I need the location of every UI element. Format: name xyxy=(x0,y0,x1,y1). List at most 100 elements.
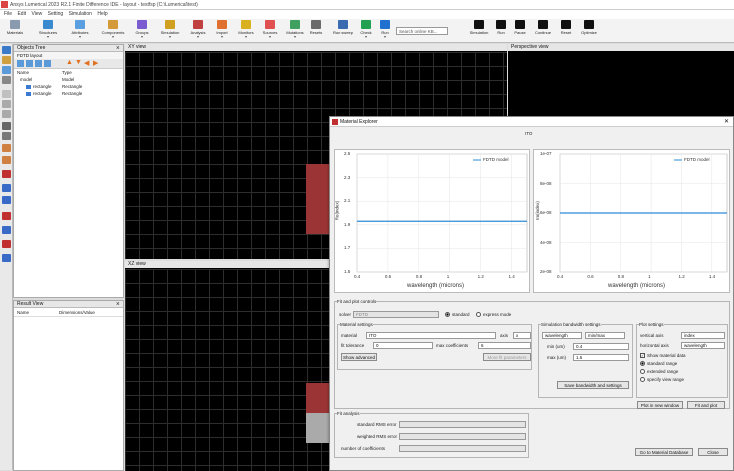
plot-real-index[interactable]: FDTD model Re(index) wavelength (microns… xyxy=(334,149,530,293)
standard-radio[interactable] xyxy=(445,312,450,317)
min-wavelength-input[interactable]: 0.4 xyxy=(573,343,629,350)
menu-file[interactable]: File xyxy=(4,11,12,17)
move-icon[interactable] xyxy=(2,56,11,64)
toolbar-structures[interactable]: Structures ▾ xyxy=(34,20,62,42)
toolbar-pause[interactable]: Pause xyxy=(512,20,528,42)
tree-icon-2[interactable] xyxy=(26,60,33,67)
search-input[interactable]: Search online KB... xyxy=(396,27,448,35)
view-y-icon[interactable] xyxy=(2,196,11,204)
menu-edit[interactable]: Edit xyxy=(17,11,26,17)
zoom-in-icon[interactable] xyxy=(2,122,11,130)
toolbar-check[interactable]: Check ▾ xyxy=(358,20,374,42)
fit-tolerance-input[interactable]: 0 xyxy=(373,342,433,349)
toolbar-simulation[interactable]: Simulation ▾ xyxy=(156,20,184,42)
toolbar-run[interactable]: Run ▾ xyxy=(378,20,392,42)
select-icon[interactable] xyxy=(2,46,11,54)
minmax-select[interactable]: min/max xyxy=(585,332,625,339)
axis-select[interactable]: x xyxy=(513,332,531,339)
toolbar-components[interactable]: Components ▾ xyxy=(98,20,128,42)
solver-select[interactable]: FDTD xyxy=(353,311,439,318)
show-advanced-button[interactable]: Show advanced xyxy=(341,353,377,361)
toolbar-simulation-run[interactable]: Simulation xyxy=(468,20,490,42)
menu-help[interactable]: Help xyxy=(97,11,107,17)
layout2-icon[interactable] xyxy=(2,156,11,164)
cursor-icon[interactable] xyxy=(2,90,11,98)
layout-icon[interactable] xyxy=(2,144,11,152)
extended-range-radio[interactable] xyxy=(640,369,645,374)
pan-icon[interactable] xyxy=(2,76,11,84)
plot2-xtick: 0.4 xyxy=(557,274,564,279)
arrow-left-icon[interactable]: ◀ xyxy=(84,59,89,67)
toolbar-attributes[interactable]: Attributes ▾ xyxy=(66,20,94,42)
close-icon[interactable]: ⨯ xyxy=(116,45,120,52)
tree-icon-4[interactable] xyxy=(44,60,51,67)
arrow-down-icon[interactable]: ▼ xyxy=(75,59,82,66)
close-button[interactable]: Close xyxy=(698,448,728,456)
toolbar-monitors[interactable]: Monitors ▾ xyxy=(234,20,258,42)
show-material-data-checkbox[interactable]: ✓ xyxy=(640,353,645,358)
toolbar-groups[interactable]: Groups ▾ xyxy=(130,20,154,42)
max-coefficients-input[interactable]: 6 xyxy=(478,342,531,349)
express-radio[interactable] xyxy=(476,312,481,317)
view-all-icon[interactable] xyxy=(2,240,11,248)
app-logo xyxy=(1,1,8,8)
save-bandwidth-button[interactable]: Save bandwidth and settings xyxy=(557,381,629,389)
wavelength-select[interactable]: wavelength xyxy=(542,332,582,339)
toolbar-optimize[interactable]: Optimize xyxy=(578,20,600,42)
max-wavelength-input[interactable]: 1.5 xyxy=(573,354,629,361)
toolbar-analysis[interactable]: Analysis ▾ xyxy=(186,20,210,42)
view-z-icon[interactable] xyxy=(2,212,11,220)
go-to-material-database-button[interactable]: Go to Material Database xyxy=(635,448,693,456)
tree-row-rectangle-2[interactable]: rectangle Rectangle xyxy=(14,91,123,98)
fit-and-plot-button[interactable]: Fit and plot xyxy=(687,401,725,409)
tree-row-rectangle-1[interactable]: rectangle Rectangle xyxy=(14,84,123,91)
plot1-xtick: 1 xyxy=(446,274,450,279)
menu-simulation[interactable]: Simulation xyxy=(69,11,92,17)
zoom-icon[interactable] xyxy=(2,110,11,118)
plot-new-window-button[interactable]: Plot in new window xyxy=(637,401,683,409)
toolbar-reset[interactable]: Reset xyxy=(558,20,574,42)
tree-row-model[interactable]: model Model xyxy=(14,77,123,84)
toolbar-resets[interactable]: Resets xyxy=(308,20,324,42)
sources-icon xyxy=(265,20,275,29)
grid-icon[interactable] xyxy=(2,66,11,74)
substrate-shape-xz[interactable] xyxy=(306,413,330,443)
sweep-icon xyxy=(338,20,348,29)
analysis-icon xyxy=(193,20,203,29)
material-select[interactable]: ITO xyxy=(366,332,496,339)
toolbar-mutations[interactable]: Mutations ▾ xyxy=(282,20,308,42)
toolbar-sources[interactable]: Sources ▾ xyxy=(258,20,282,42)
specify-range-radio[interactable] xyxy=(640,377,645,382)
view-3d-icon[interactable] xyxy=(2,226,11,234)
plot1-xlabel: wavelength (microns) xyxy=(407,283,465,289)
pause-icon xyxy=(515,20,525,29)
tree-icon-1[interactable] xyxy=(17,60,24,67)
view-x-icon[interactable] xyxy=(2,184,11,192)
rectangle-shape-xz[interactable] xyxy=(306,383,330,413)
more-fit-parameters-button[interactable]: More fit parameters xyxy=(483,353,531,361)
menu-view[interactable]: View xyxy=(31,11,42,17)
toolbar-import[interactable]: Import ▾ xyxy=(212,20,232,42)
tree-icon-3[interactable] xyxy=(35,60,42,67)
toolbar-run-sweep[interactable]: Run sweep xyxy=(332,20,354,42)
arrow-up-icon[interactable]: ▲ xyxy=(66,59,73,66)
vertical-axis-select[interactable]: index xyxy=(681,332,725,339)
ruler-icon[interactable] xyxy=(2,132,11,140)
views-icon[interactable] xyxy=(2,170,11,178)
rectangle-shape[interactable] xyxy=(306,164,330,234)
close-icon[interactable]: ⨯ xyxy=(116,301,120,308)
toolbar-run-btn[interactable]: Run xyxy=(493,20,509,42)
menu-setting[interactable]: Setting xyxy=(48,11,64,17)
standard-range-radio[interactable] xyxy=(640,361,645,366)
toolbar-materials[interactable]: Materials xyxy=(2,20,28,42)
plot-imag-index[interactable]: FDTD model Im(index) wavelength (microns… xyxy=(533,149,730,293)
dialog-close-icon[interactable]: ✕ xyxy=(724,117,729,127)
arrow-right-icon[interactable]: ▶ xyxy=(93,59,98,67)
view-reset-icon[interactable] xyxy=(2,254,11,262)
toolbar-continue[interactable]: Continue xyxy=(532,20,554,42)
groups-icon xyxy=(137,20,147,29)
horizontal-axis-select[interactable]: wavelength xyxy=(681,342,725,349)
rotate-icon[interactable] xyxy=(2,100,11,108)
plot1-ytick: 1.9 xyxy=(344,221,351,227)
continue-icon xyxy=(538,20,548,29)
